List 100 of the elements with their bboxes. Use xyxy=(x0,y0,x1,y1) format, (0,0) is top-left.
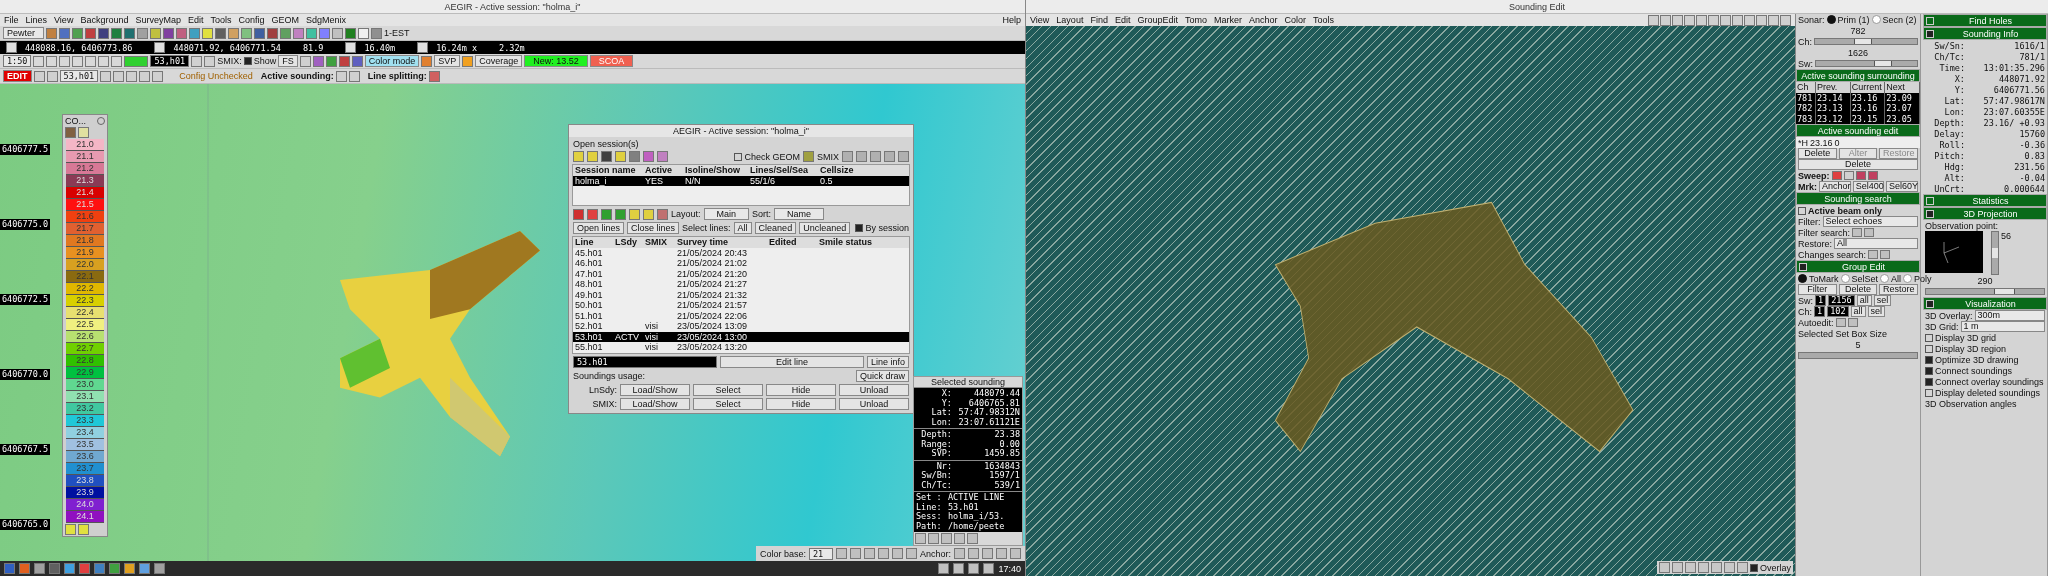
menu-item[interactable]: Lines xyxy=(25,15,48,25)
button[interactable]: Hide xyxy=(766,383,836,396)
button[interactable]: Uncleaned xyxy=(799,222,851,234)
radio-button[interactable]: Secn (2) xyxy=(1871,14,1917,25)
menu-item[interactable]: Tomo xyxy=(1184,15,1207,25)
button[interactable]: Select xyxy=(693,397,763,410)
square-icon[interactable] xyxy=(241,27,252,39)
menu-item[interactable]: Anchor xyxy=(1249,15,1278,25)
square-icon[interactable] xyxy=(46,70,58,82)
square-icon[interactable] xyxy=(587,151,598,162)
checkbox[interactable]: Show xyxy=(243,56,277,66)
checkbox-mark[interactable] xyxy=(1926,299,1934,308)
square-icon[interactable] xyxy=(877,548,889,559)
square-icon[interactable] xyxy=(163,27,174,39)
square-icon[interactable] xyxy=(204,55,216,67)
tray-icon[interactable] xyxy=(968,563,980,574)
slider-thumb[interactable] xyxy=(1993,289,2015,294)
square-icon[interactable] xyxy=(191,55,203,67)
tool-icon[interactable] xyxy=(1698,562,1709,573)
square-icon[interactable] xyxy=(835,548,847,559)
app-icon[interactable] xyxy=(124,563,135,574)
section-header[interactable]: Active sounding surrounding xyxy=(1796,69,1920,82)
section-header[interactable]: 3D Projection xyxy=(1923,207,2047,220)
square-icon[interactable] xyxy=(59,27,70,39)
section-header[interactable]: Statistics xyxy=(1923,194,2047,207)
scrollbar[interactable] xyxy=(1798,352,1918,359)
radio-button[interactable]: All xyxy=(1880,273,1902,284)
button[interactable]: Cleaned xyxy=(754,222,797,234)
square-icon[interactable] xyxy=(306,27,317,39)
button[interactable]: Unload xyxy=(839,397,909,410)
tool-icon[interactable] xyxy=(1744,14,1755,26)
slider[interactable] xyxy=(1814,38,1918,45)
square-icon[interactable] xyxy=(905,548,917,559)
table-row[interactable]: 51.h01 21/05/2024 22:06 xyxy=(573,310,909,321)
button[interactable]: All xyxy=(733,222,752,234)
button[interactable]: Hide xyxy=(766,397,836,410)
square-icon[interactable] xyxy=(202,27,213,39)
square-icon[interactable] xyxy=(428,70,440,82)
menu-item[interactable]: Tools xyxy=(1313,15,1335,25)
slider-thumb[interactable] xyxy=(1854,39,1873,44)
section-header[interactable]: Group Edit xyxy=(1796,260,1920,273)
edit-button[interactable]: EDIT xyxy=(3,70,32,82)
checkbox-mark[interactable] xyxy=(1926,209,1934,218)
square-icon[interactable] xyxy=(299,55,311,67)
tool-icon[interactable] xyxy=(1672,562,1683,573)
square-icon[interactable] xyxy=(573,151,584,162)
square-icon[interactable] xyxy=(312,55,324,67)
square-icon[interactable] xyxy=(139,70,151,82)
square-icon[interactable] xyxy=(280,27,291,39)
radio-button[interactable]: ToMark xyxy=(1798,273,1839,284)
quick-draw-button[interactable]: Quick draw xyxy=(856,369,909,382)
slider[interactable] xyxy=(1815,60,1918,67)
square-icon[interactable] xyxy=(657,208,668,220)
menu-item[interactable]: GroupEdit xyxy=(1137,15,1178,25)
square-icon[interactable] xyxy=(293,27,304,39)
square-icon[interactable] xyxy=(573,208,584,220)
section-header[interactable]: Active sounding edit xyxy=(1796,124,1920,137)
slider[interactable] xyxy=(1991,231,1999,275)
checkbox-mark[interactable] xyxy=(1926,29,1934,38)
tool-icon[interactable] xyxy=(1685,562,1696,573)
menu-item[interactable]: SurveyMap xyxy=(135,15,181,25)
tool-icon[interactable] xyxy=(1720,14,1731,26)
new-button[interactable]: New: 13.52 xyxy=(524,55,588,67)
square-icon[interactable] xyxy=(267,27,278,39)
square-icon[interactable] xyxy=(254,27,265,39)
square-icon[interactable] xyxy=(615,151,626,162)
square-icon[interactable] xyxy=(863,548,875,559)
menu-item[interactable]: SdgMenix xyxy=(306,15,347,25)
tool-icon[interactable] xyxy=(1780,14,1791,26)
square-icon[interactable] xyxy=(152,70,164,82)
checkbox-mark[interactable] xyxy=(1926,16,1934,25)
app-icon[interactable] xyxy=(139,563,150,574)
menu-item[interactable]: Find xyxy=(1090,15,1108,25)
checkbox-mark[interactable] xyxy=(1926,196,1934,205)
square-icon[interactable] xyxy=(338,55,350,67)
tool-icon[interactable] xyxy=(1737,562,1748,573)
square-icon[interactable] xyxy=(1843,171,1854,180)
scale-field[interactable]: 1:50 xyxy=(3,55,32,67)
menu-item[interactable]: Tools xyxy=(210,15,232,25)
square-icon[interactable] xyxy=(325,55,337,67)
menu-item[interactable]: Config xyxy=(238,15,265,25)
button[interactable]: Restore xyxy=(1879,284,1918,295)
tray-icon[interactable] xyxy=(938,563,950,574)
dropdown[interactable]: Pewter xyxy=(3,27,44,39)
menu-item[interactable]: Edit xyxy=(187,15,204,25)
square-icon[interactable] xyxy=(643,208,654,220)
coverage-button[interactable]: Coverage xyxy=(475,55,523,67)
tool-icon[interactable] xyxy=(1732,14,1743,26)
layout-dropdown[interactable]: Main xyxy=(703,208,750,220)
square-icon[interactable] xyxy=(587,208,598,220)
line-info-button[interactable]: Line info xyxy=(866,355,909,368)
app-icon[interactable] xyxy=(34,563,45,574)
fs-button[interactable]: FS xyxy=(278,55,298,67)
checkbox-mark[interactable] xyxy=(1799,262,1807,271)
square-icon[interactable] xyxy=(335,70,347,82)
square-icon[interactable] xyxy=(601,208,612,220)
table-row[interactable]: 50.h01 21/05/2024 21:57 xyxy=(573,300,909,311)
square-icon[interactable] xyxy=(849,548,861,559)
button[interactable]: Open lines xyxy=(573,222,625,234)
button[interactable]: Load/Show xyxy=(620,397,690,410)
